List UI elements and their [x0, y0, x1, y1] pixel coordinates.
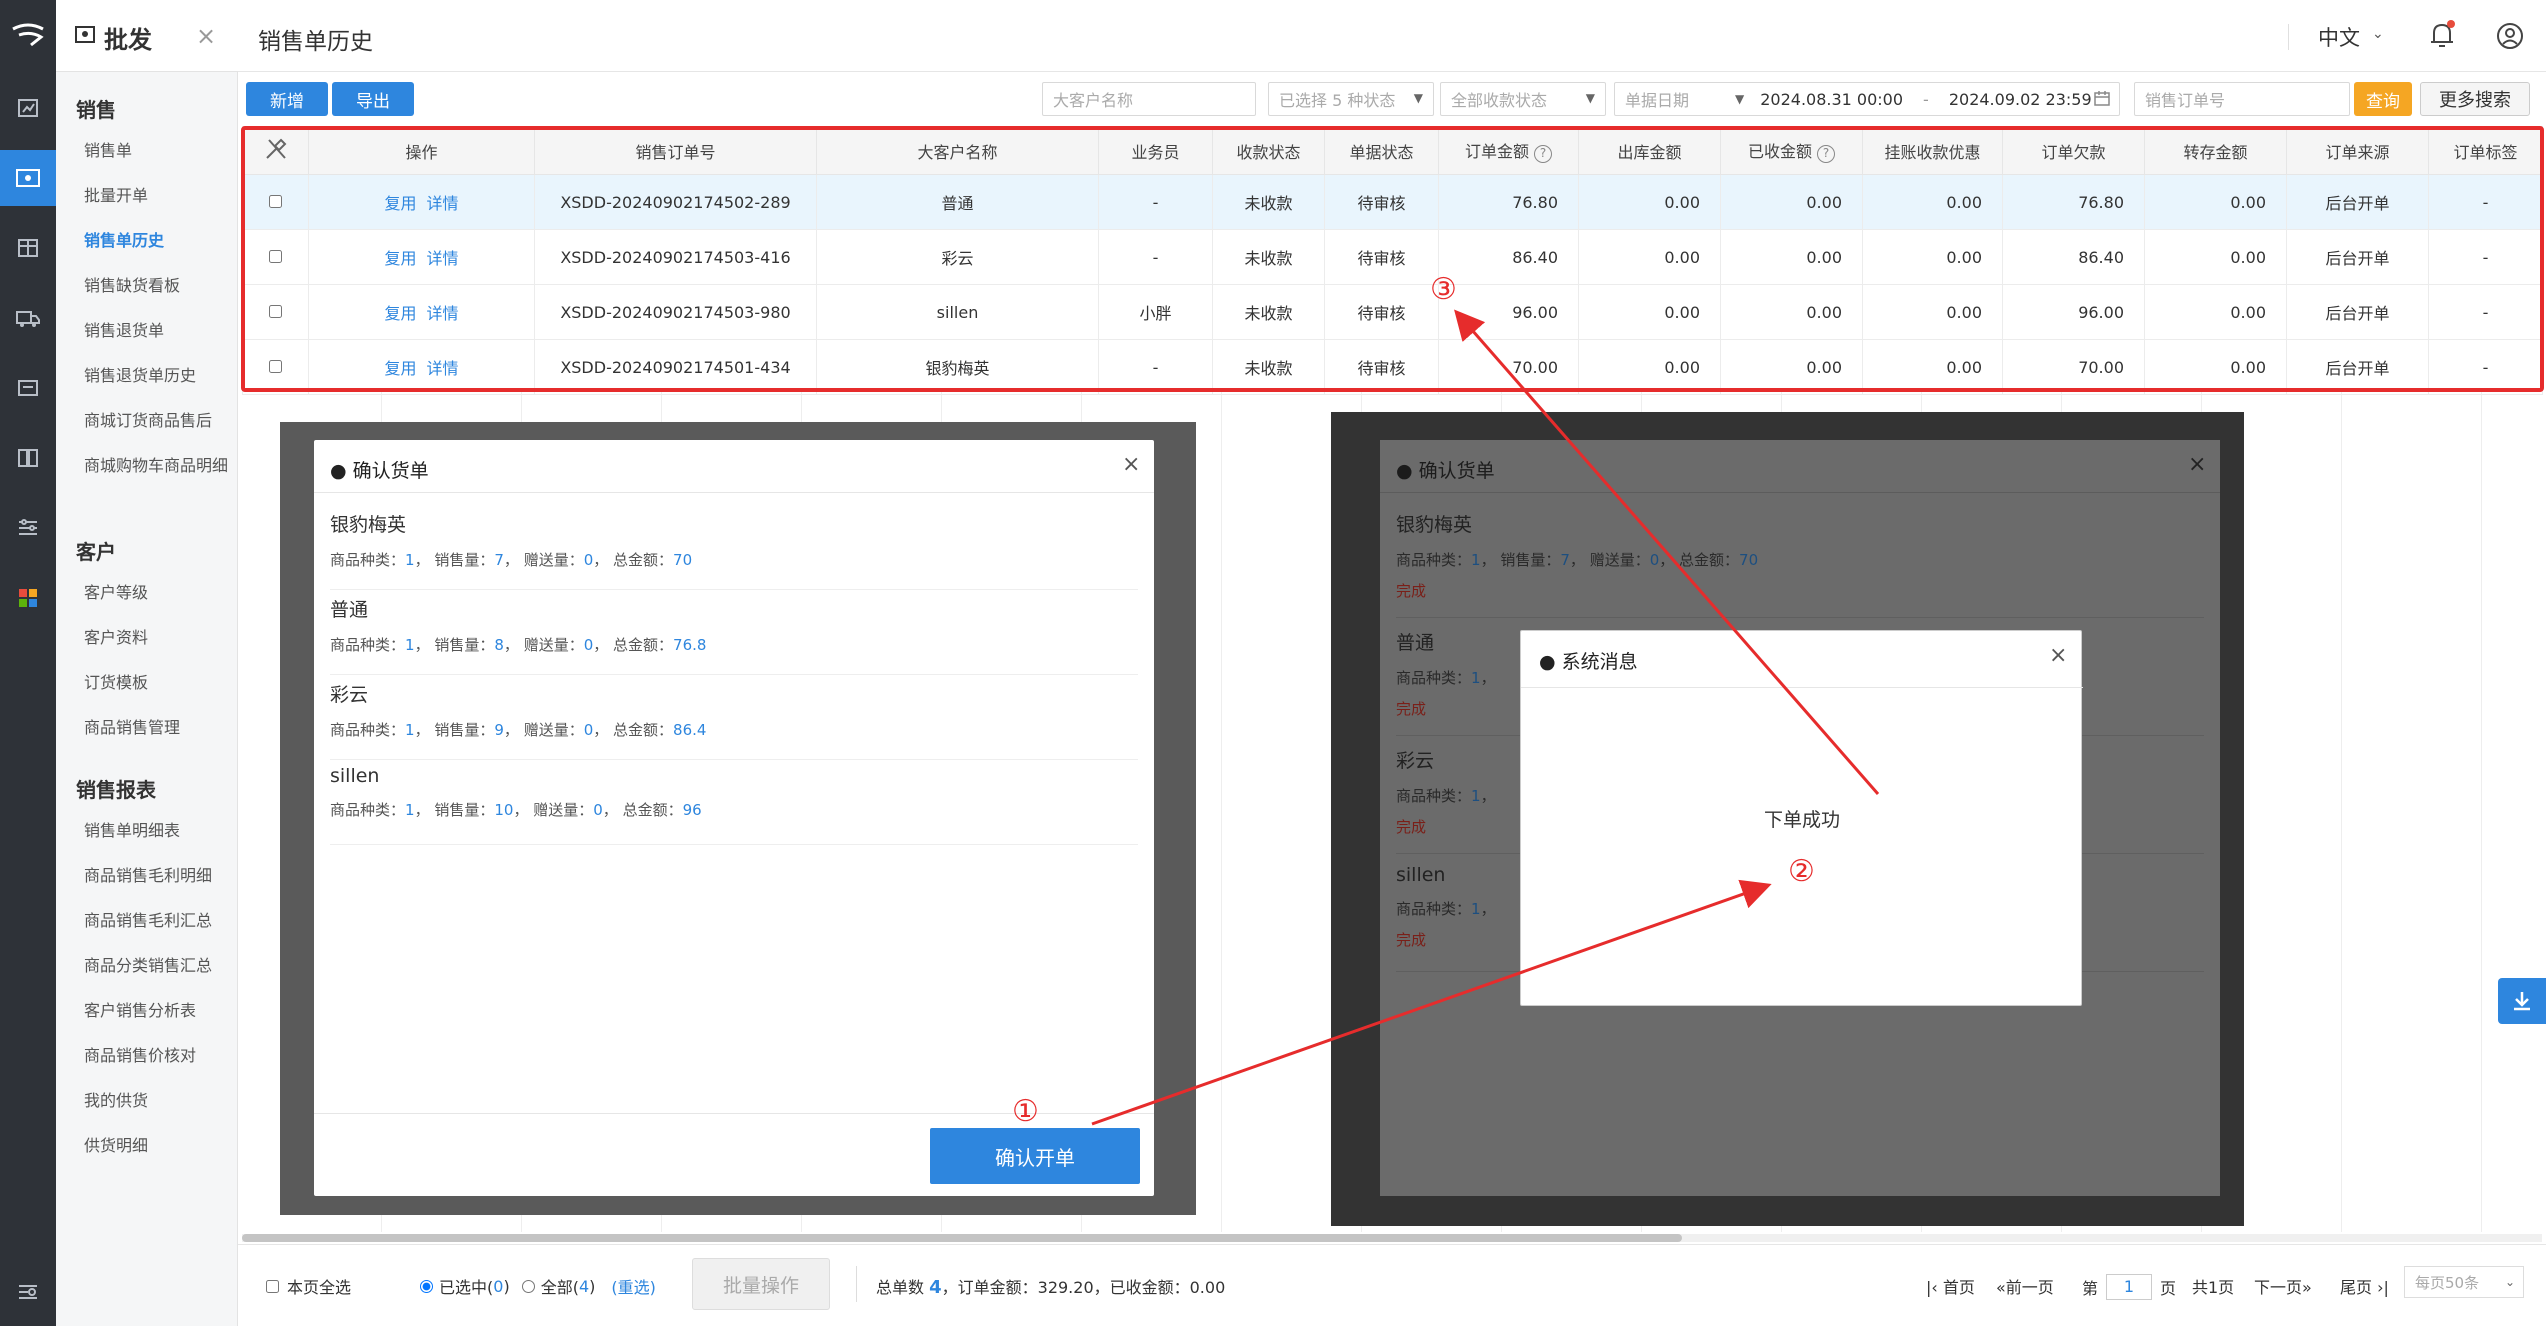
select-page-label: 本页全选: [287, 1278, 352, 1297]
batch-operation-button[interactable]: 批量操作: [692, 1258, 830, 1310]
arrow-step1-to-step2: [1091, 879, 1772, 1126]
page-size-select[interactable]: 每页50条 ⌄: [2404, 1266, 2524, 1298]
divider: [856, 1266, 857, 1302]
annotation-arrows: [1091, 309, 1880, 1126]
select-page-checkbox[interactable]: [266, 1279, 279, 1293]
page-input[interactable]: 1: [2106, 1274, 2153, 1300]
last-page-link[interactable]: 尾页 ›|: [2340, 1274, 2389, 1298]
selected-label: 已选中(: [439, 1278, 494, 1297]
page-suffix: 页: [2160, 1279, 2177, 1298]
download-icon[interactable]: [2498, 978, 2546, 1024]
step-2-marker: ②: [1788, 854, 1815, 889]
first-page-link[interactable]: |‹ 首页: [1926, 1274, 1975, 1298]
selection-mode: 已选中(0) 全部(4) (重选): [420, 1274, 656, 1298]
page-size-value: 每页50条: [2415, 1273, 2480, 1292]
selected-radio[interactable]: [420, 1279, 433, 1293]
all-label: 全部(: [540, 1278, 579, 1297]
order-summary: 总单数 4，订单金额：329.20，已收金额：0.00: [876, 1274, 1225, 1298]
reselect-link[interactable]: (重选): [611, 1274, 656, 1298]
last-page-label: 尾页: [2340, 1278, 2373, 1297]
summary-count: 4: [929, 1277, 942, 1298]
page-jump: 第 1 页: [2082, 1274, 2176, 1300]
prev-page-label: 前一页: [2005, 1278, 2054, 1297]
arrow-step2-to-step3: [1454, 309, 1880, 795]
all-count: 4: [578, 1276, 590, 1296]
all-radio[interactable]: [521, 1279, 535, 1293]
paren: ): [589, 1276, 596, 1296]
selected-count: 0: [493, 1276, 504, 1296]
first-page-label: 首页: [1942, 1278, 1975, 1297]
select-page-control[interactable]: 本页全选: [266, 1274, 351, 1298]
chevron-down-icon: ⌄: [2504, 1275, 2515, 1289]
page-prefix: 第: [2082, 1279, 2099, 1298]
step-1-marker: ①: [1012, 1094, 1039, 1129]
paren: ): [503, 1276, 510, 1296]
step-3-marker: ③: [1430, 272, 1457, 307]
prev-page-link[interactable]: «前一页: [1996, 1274, 2054, 1298]
next-page-link[interactable]: 下一页»: [2254, 1274, 2312, 1298]
total-pages: 共1页: [2192, 1278, 2235, 1297]
summary-prefix: 总单数: [876, 1278, 925, 1297]
scrollbar-thumb[interactable]: [242, 1234, 1682, 1242]
summary-rest: ，订单金额：329.20，已收金额：0.00: [941, 1278, 1226, 1297]
next-page-label: 下一页: [2254, 1278, 2303, 1297]
